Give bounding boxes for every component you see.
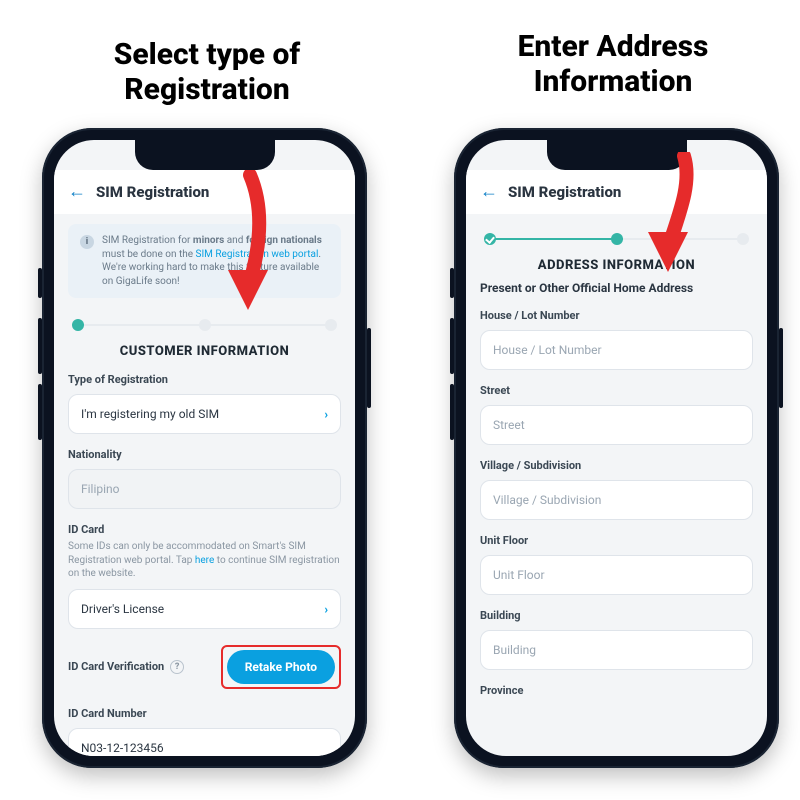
label-type: Type of Registration — [68, 373, 341, 386]
stepper — [484, 230, 749, 248]
label-village: Village / Subdivision — [480, 459, 753, 472]
notch — [135, 140, 275, 170]
id-verification-row: ID Card Verification ? Retake Photo — [68, 645, 341, 689]
select-value: I'm registering my old SIM — [81, 407, 219, 421]
info-icon: i — [80, 235, 94, 249]
house-lot-input[interactable]: House / Lot Number — [480, 330, 753, 370]
id-number-input[interactable]: N03-12-123456 — [68, 728, 341, 757]
label-idverify: ID Card Verification — [68, 660, 164, 673]
step-dot — [325, 319, 337, 331]
placeholder: Building — [493, 643, 536, 657]
phone-left: ← SIM Registration i SIM Registration fo… — [42, 128, 367, 768]
step-dot-active — [611, 233, 623, 245]
id-card-select[interactable]: Driver's License › — [68, 589, 341, 629]
stepper — [72, 316, 337, 334]
retake-photo-button[interactable]: Retake Photo — [227, 650, 335, 684]
section-title: CUSTOMER INFORMATION — [68, 344, 341, 359]
content-left: i SIM Registration for minors and foreig… — [54, 214, 355, 756]
screen-right: ← SIM Registration ADDRESS INFORMATION P… — [466, 140, 767, 756]
screen-left: ← SIM Registration i SIM Registration fo… — [54, 140, 355, 756]
building-input[interactable]: Building — [480, 630, 753, 670]
label-street: Street — [480, 384, 753, 397]
type-of-registration-select[interactable]: I'm registering my old SIM › — [68, 394, 341, 434]
side-button — [450, 268, 454, 298]
caption-right: Enter Address Information — [448, 30, 778, 99]
label-idnumber: ID Card Number — [68, 707, 341, 720]
step-dot — [199, 319, 211, 331]
retake-photo-highlight: Retake Photo — [221, 645, 341, 689]
label-idcard: ID Card — [68, 523, 341, 536]
step-dot-complete — [484, 233, 496, 245]
placeholder: House / Lot Number — [493, 343, 602, 357]
section-title: ADDRESS INFORMATION — [480, 258, 753, 273]
appbar: ← SIM Registration — [466, 170, 767, 214]
unit-floor-input[interactable]: Unit Floor — [480, 555, 753, 595]
step-dot — [72, 319, 84, 331]
placeholder: Village / Subdivision — [493, 493, 601, 507]
street-input[interactable]: Street — [480, 405, 753, 445]
village-input[interactable]: Village / Subdivision — [480, 480, 753, 520]
appbar-title: SIM Registration — [96, 183, 209, 201]
label-building: Building — [480, 609, 753, 622]
chevron-right-icon: › — [324, 602, 328, 616]
field-value: N03-12-123456 — [81, 741, 164, 755]
label-province: Province — [480, 684, 753, 697]
side-button — [450, 318, 454, 374]
side-button — [779, 328, 783, 408]
label-unit: Unit Floor — [480, 534, 753, 547]
side-button — [450, 384, 454, 440]
side-button — [38, 384, 42, 440]
select-value: Driver's License — [81, 602, 164, 616]
idcard-help: Some IDs can only be accommodated on Sma… — [68, 540, 341, 581]
phone-right: ← SIM Registration ADDRESS INFORMATION P… — [454, 128, 779, 768]
back-icon[interactable]: ← — [480, 183, 498, 201]
appbar: ← SIM Registration — [54, 170, 355, 214]
annotation-arrow-icon — [632, 152, 702, 282]
info-banner: i SIM Registration for minors and foreig… — [68, 224, 341, 298]
label-nationality: Nationality — [68, 448, 341, 461]
section-subtitle: Present or Other Official Home Address — [480, 281, 753, 295]
side-button — [38, 268, 42, 298]
back-icon[interactable]: ← — [68, 183, 86, 201]
placeholder: Street — [493, 418, 525, 432]
placeholder: Unit Floor — [493, 568, 545, 582]
idcard-help-link[interactable]: here — [195, 555, 214, 566]
help-icon[interactable]: ? — [170, 660, 184, 674]
annotation-arrow-icon — [210, 170, 280, 320]
nationality-field: Filipino — [68, 469, 341, 509]
side-button — [38, 318, 42, 374]
step-dot — [737, 233, 749, 245]
content-right: ADDRESS INFORMATION Present or Other Off… — [466, 214, 767, 756]
side-button — [367, 328, 371, 408]
chevron-right-icon: › — [324, 407, 328, 421]
field-value: Filipino — [81, 482, 120, 496]
label-house: House / Lot Number — [480, 309, 753, 322]
appbar-title: SIM Registration — [508, 183, 621, 201]
caption-left: Select type of Registration — [42, 38, 372, 107]
